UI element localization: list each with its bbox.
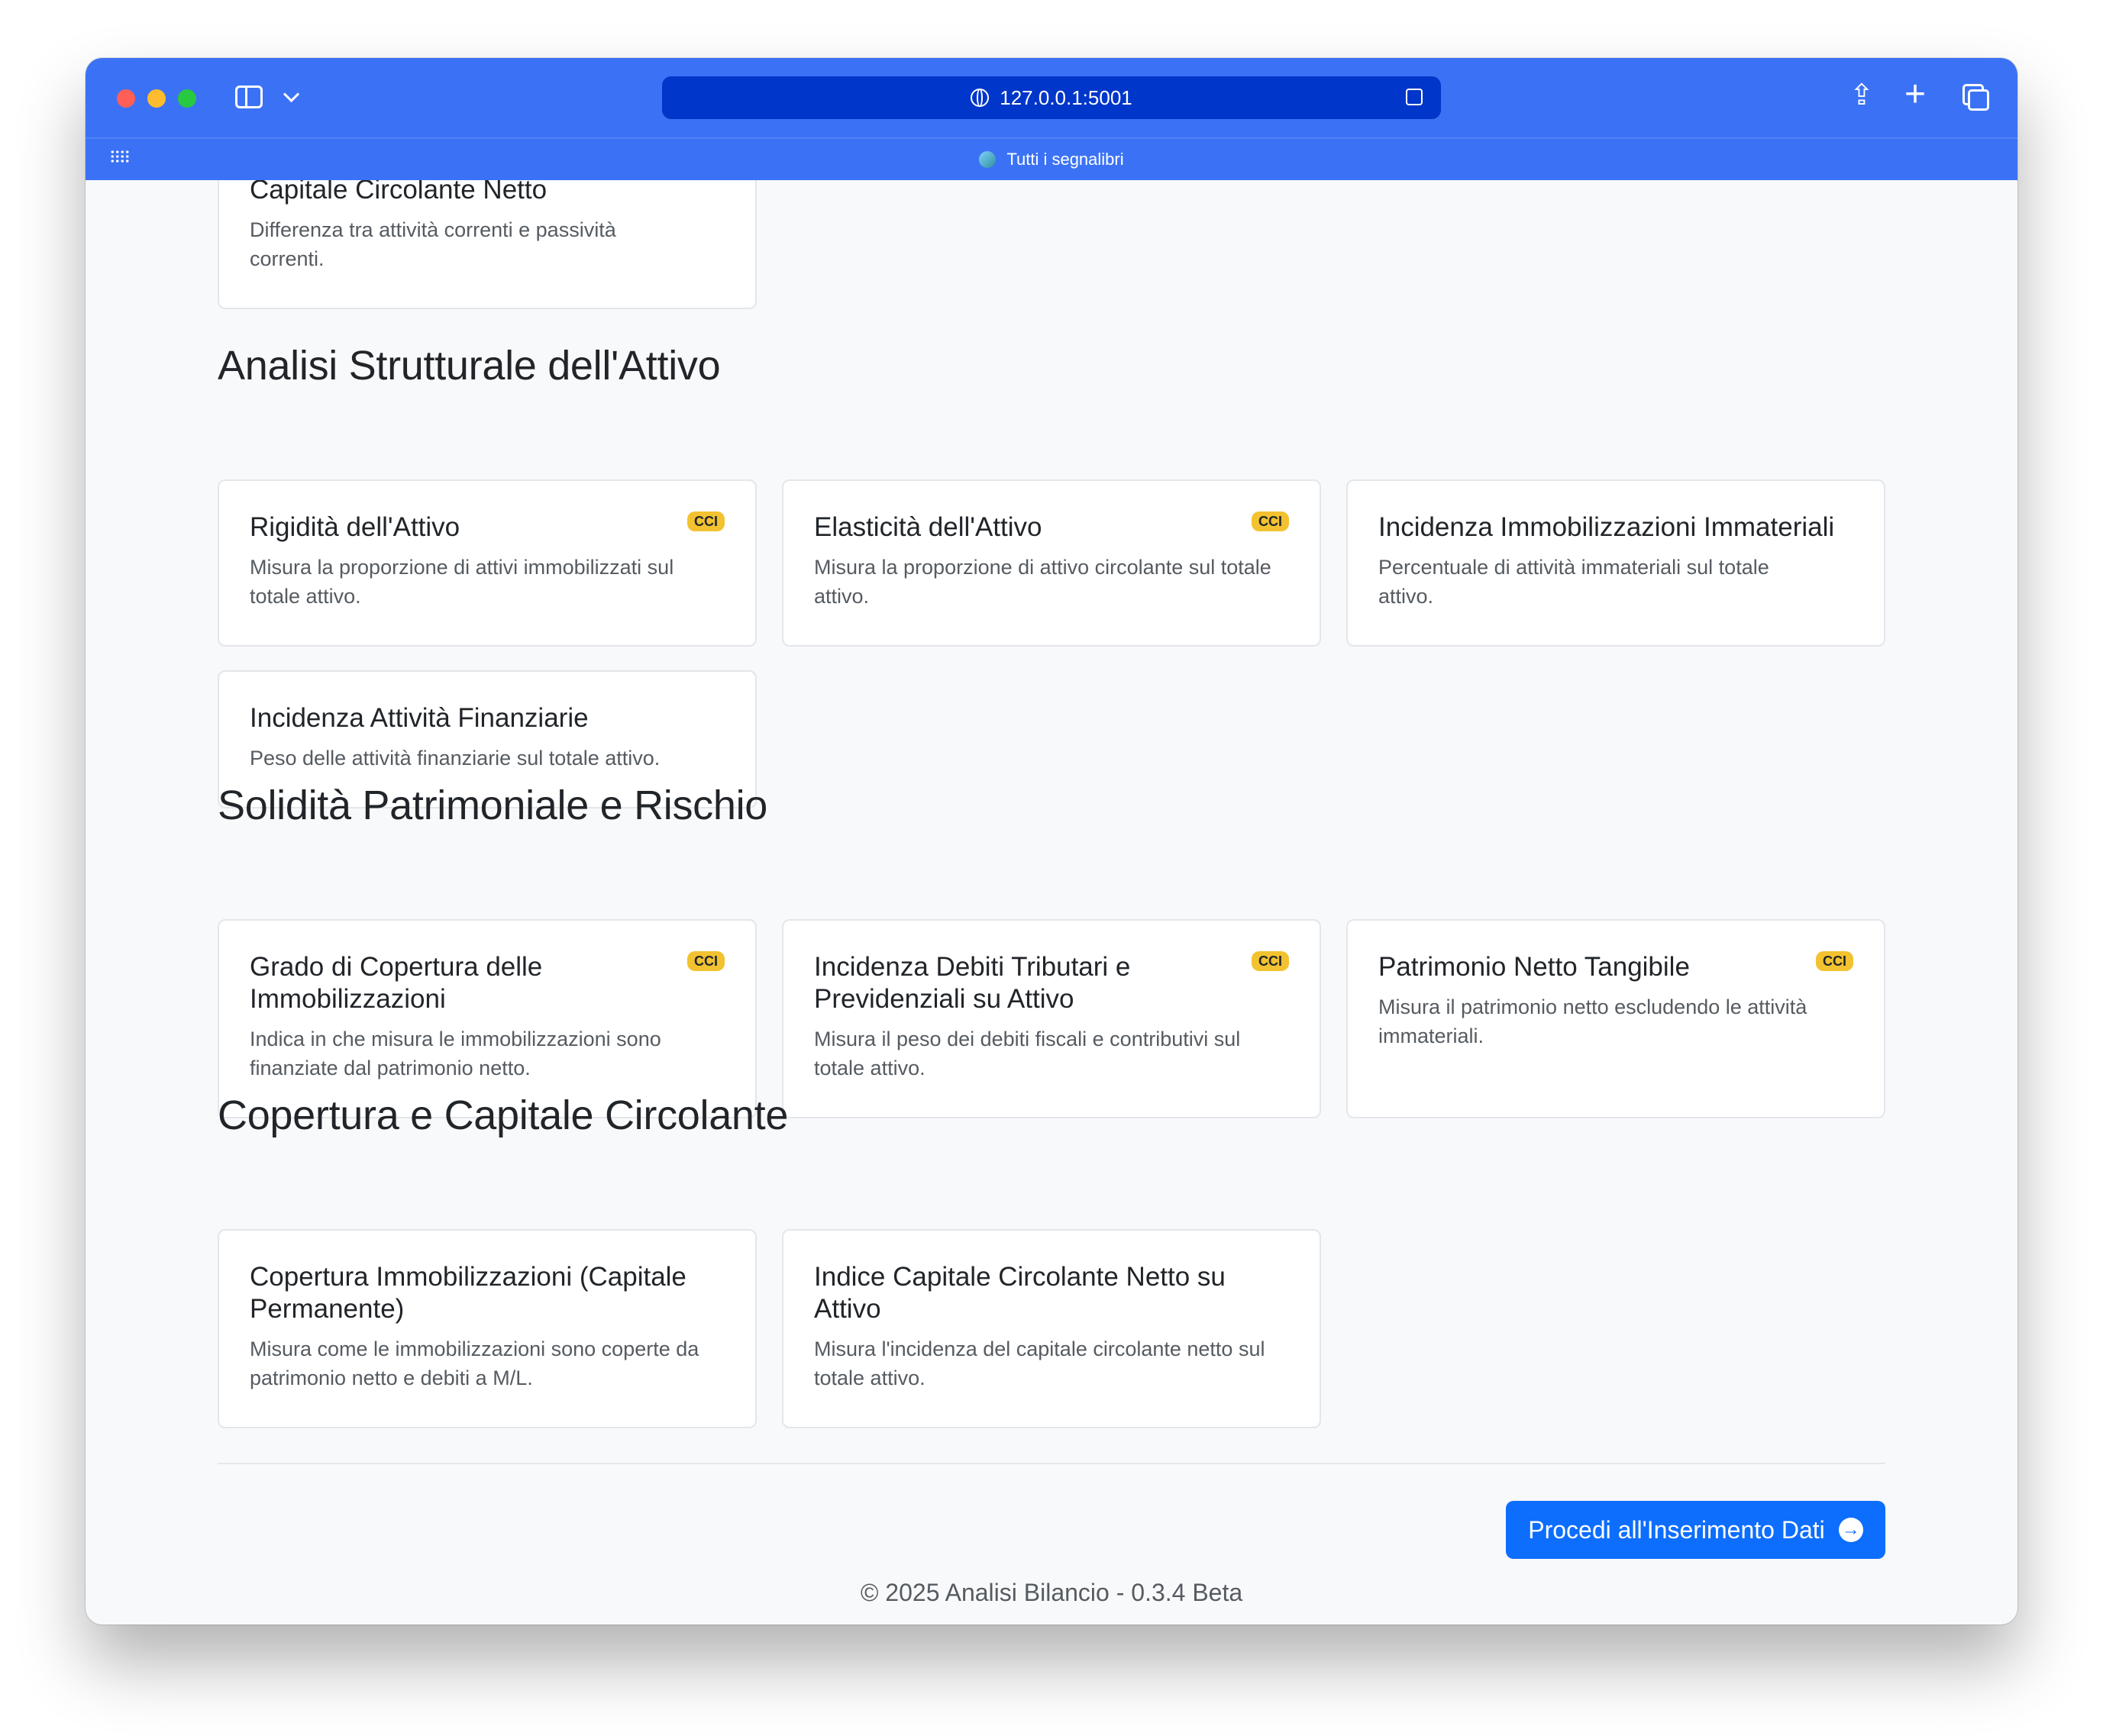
footer-text: © 2025 Analisi Bilancio - 0.3.4 Beta <box>860 1579 1243 1606</box>
card-description: Indica in che misura le immobilizzazioni… <box>250 1028 661 1079</box>
card-title: Patrimonio Netto Tangibile <box>1378 952 1690 982</box>
cci-badge: CCI <box>1252 511 1289 531</box>
bookmarks-label: Tutti i segnalibri <box>1006 150 1124 169</box>
zoom-window-button[interactable] <box>178 89 196 108</box>
indicator-card[interactable]: Capitale Circolante Netto Differenza tra… <box>218 180 757 309</box>
card-description: Misura la proporzione di attivo circolan… <box>814 556 1271 608</box>
indicator-card[interactable]: CCI Rigidità dell'Attivo Misura la propo… <box>218 479 757 647</box>
address-bar[interactable]: 127.0.0.1:5001 <box>662 76 1441 119</box>
indicator-card[interactable]: CCI Elasticità dell'Attivo Misura la pro… <box>782 479 1321 647</box>
close-window-button[interactable] <box>117 89 135 108</box>
indicator-card[interactable]: Copertura Immobilizzazioni (Capitale Per… <box>218 1229 757 1428</box>
card-description: Differenza tra attività correnti e passi… <box>250 218 616 270</box>
cci-badge: CCI <box>1252 951 1289 971</box>
globe-icon <box>971 89 990 107</box>
card-description: Peso delle attività finanziarie sul tota… <box>250 747 661 770</box>
bookmarks-bar[interactable]: Tutti i segnalibri <box>86 139 2017 180</box>
cci-badge: CCI <box>687 511 725 531</box>
indicator-card[interactable]: CCI Grado di Copertura delle Immobilizza… <box>218 919 757 1118</box>
card-title: Incidenza Immobilizzazioni Immateriali <box>1378 512 1835 542</box>
tab-overview-icon[interactable] <box>1962 84 1989 111</box>
card-description: Misura come le immobilizzazioni sono cop… <box>250 1337 699 1389</box>
indicator-card[interactable]: CCI Patrimonio Netto Tangibile Misura il… <box>1346 919 1885 1118</box>
indicator-card[interactable]: CCI Incidenza Debiti Tributari e Previde… <box>782 919 1321 1118</box>
new-tab-icon[interactable]: + <box>1904 76 1926 113</box>
page-content: Capitale Circolante Netto Differenza tra… <box>86 180 2017 1625</box>
card-description: Percentuale di attività immateriali sul … <box>1378 556 1769 608</box>
card-title: Grado di Copertura delle Immobilizzazion… <box>250 952 543 1014</box>
sidebar-toggle-icon[interactable] <box>235 86 263 108</box>
section-title: Analisi Strutturale dell'Attivo <box>218 343 721 389</box>
reader-mode-icon[interactable] <box>1406 89 1423 105</box>
section-title: Copertura e Capitale Circolante <box>218 1092 789 1138</box>
card-description: Misura il peso dei debiti fiscali e cont… <box>814 1028 1241 1079</box>
indicator-card[interactable]: Incidenza Immobilizzazioni Immateriali P… <box>1346 479 1885 647</box>
card-title: Copertura Immobilizzazioni (Capitale Per… <box>250 1262 686 1324</box>
url-text: 127.0.0.1:5001 <box>1000 86 1132 109</box>
indicator-card[interactable]: Indice Capitale Circolante Netto su Atti… <box>782 1229 1321 1428</box>
card-title: Incidenza Debiti Tributari e Previdenzia… <box>814 952 1131 1014</box>
chevron-down-icon[interactable] <box>283 86 300 103</box>
browser-window: 127.0.0.1:5001 ⇪ + Tutti i segnalibri Ca… <box>86 58 2017 1625</box>
card-description: Misura il patrimonio netto escludendo le… <box>1378 995 1807 1047</box>
section-title: Solidità Patrimoniale e Rischio <box>218 782 768 828</box>
cci-badge: CCI <box>687 951 725 971</box>
cci-badge: CCI <box>1816 951 1853 971</box>
button-label: Procedi all'Inserimento Dati <box>1528 1515 1825 1544</box>
card-title: Rigidità dell'Attivo <box>250 512 460 542</box>
card-description: Misura la proporzione di attivi immobili… <box>250 556 674 608</box>
share-icon[interactable]: ⇪ <box>1849 81 1874 110</box>
card-description: Misura l'incidenza del capitale circolan… <box>814 1337 1265 1389</box>
minimize-window-button[interactable] <box>147 89 166 108</box>
browser-toolbar: 127.0.0.1:5001 ⇪ + Tutti i segnalibri <box>86 58 2017 180</box>
card-title: Elasticità dell'Attivo <box>814 512 1042 542</box>
bookmarks-folder-icon <box>979 151 997 168</box>
card-title: Indice Capitale Circolante Netto su Atti… <box>814 1262 1226 1324</box>
card-title: Capitale Circolante Netto <box>250 180 548 205</box>
proceed-to-data-entry-button[interactable]: Procedi all'Inserimento Dati → <box>1506 1501 1885 1559</box>
card-title: Incidenza Attività Finanziarie <box>250 703 589 733</box>
arrow-right-circle-icon: → <box>1838 1518 1863 1542</box>
divider <box>218 1463 1885 1464</box>
